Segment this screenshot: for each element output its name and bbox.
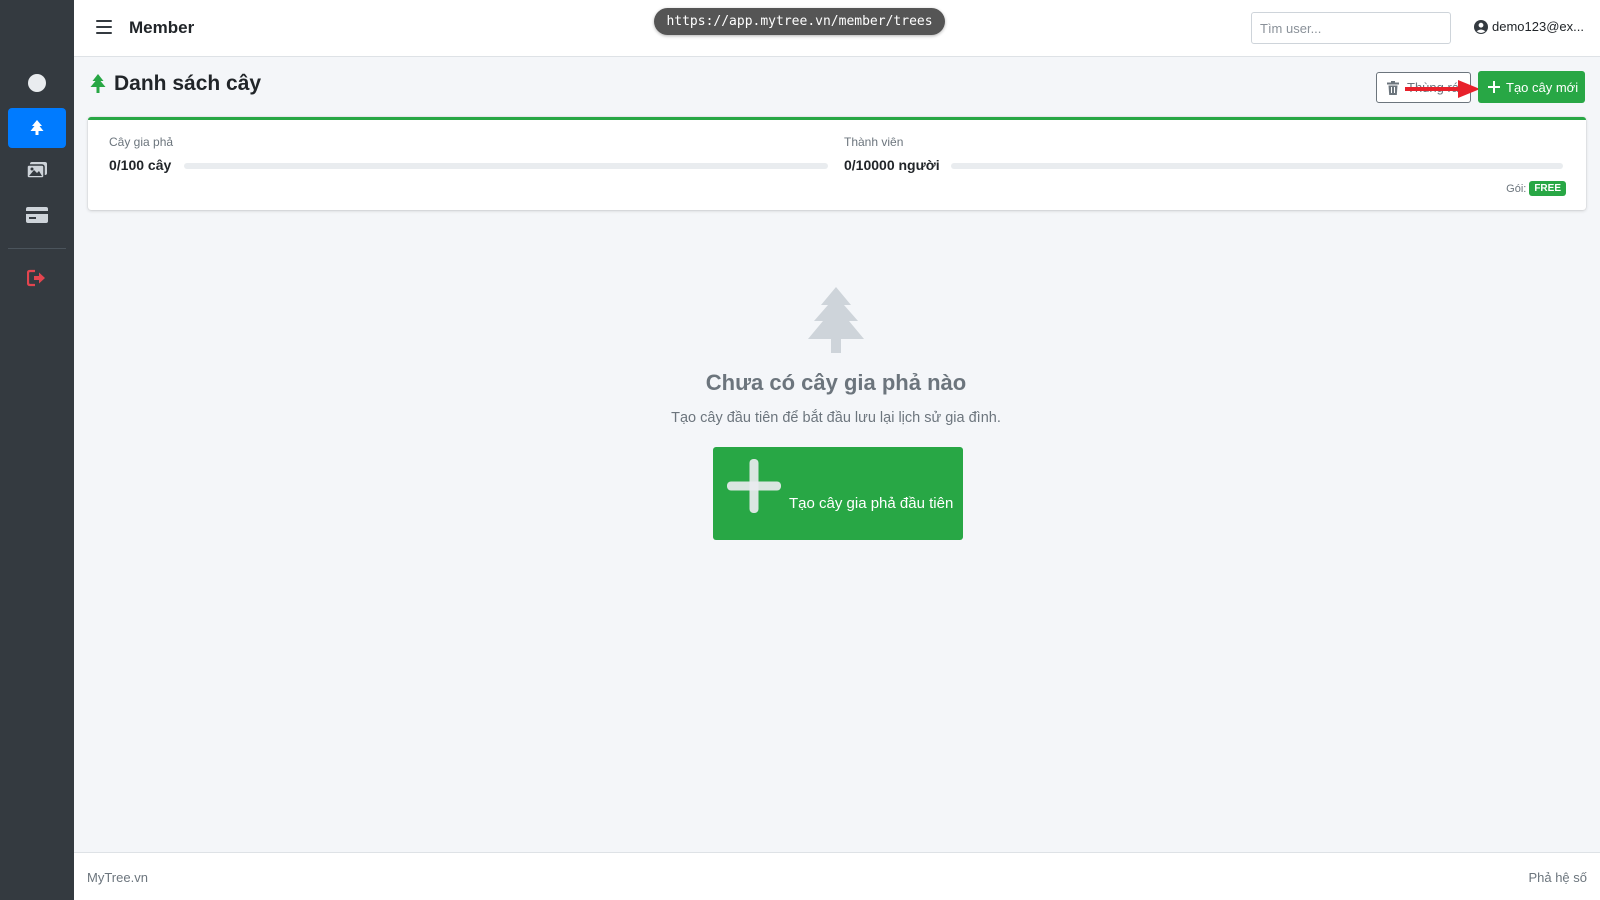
- trash-icon: [1387, 80, 1399, 95]
- user-menu[interactable]: demo123@ex...: [1474, 19, 1584, 34]
- menu-toggle-button[interactable]: [96, 20, 112, 34]
- sidebar-divider: [8, 248, 66, 249]
- navbar-title: Member: [129, 18, 195, 37]
- members-usage-label: Thành viên: [844, 135, 904, 149]
- sidebar-item-billing[interactable]: [8, 195, 66, 235]
- user-search-input[interactable]: [1251, 12, 1451, 44]
- footer: MyTree.vn Phả hệ số: [74, 852, 1600, 900]
- members-progress-bar: [951, 163, 1563, 169]
- empty-state-title: Chưa có cây gia phả nào: [705, 370, 967, 395]
- empty-state-description: Tạo cây đầu tiên để bắt đầu lưu lại lịch…: [671, 410, 1001, 426]
- plus-icon: [1488, 81, 1500, 93]
- plan-badge: FREE: [1529, 181, 1566, 196]
- plan-label: Gói:: [1506, 182, 1527, 195]
- create-first-tree-label: Tạo cây gia phả đầu tiên: [789, 495, 954, 512]
- user-circle-icon: [1474, 19, 1488, 34]
- plus-icon: [727, 459, 781, 513]
- images-icon: [26, 162, 47, 179]
- sidebar: [0, 0, 74, 900]
- tree-icon: [90, 74, 106, 93]
- trees-usage-value: 0/100 cây: [109, 157, 172, 173]
- create-tree-button-label: Tạo cây mới: [1506, 79, 1579, 95]
- footer-brand: MyTree.vn: [87, 870, 148, 885]
- tree-icon: [30, 120, 44, 135]
- credit-card-icon: [26, 207, 48, 223]
- trash-button-label: Thùng rác: [1407, 80, 1466, 95]
- members-usage-value: 0/10000 người: [844, 157, 940, 173]
- footer-tagline: Phả hệ số: [1528, 870, 1587, 885]
- sidebar-item-logout[interactable]: [8, 258, 66, 298]
- logout-icon: [27, 269, 45, 287]
- sidebar-item-gallery[interactable]: [8, 150, 66, 190]
- trees-usage-label: Cây gia phả: [109, 135, 174, 149]
- plan-info: Gói: FREE: [1506, 181, 1566, 196]
- create-first-tree-button[interactable]: Tạo cây gia phả đầu tiên: [713, 447, 963, 540]
- user-email: demo123@ex...: [1492, 19, 1584, 34]
- page-title: Danh sách cây: [114, 72, 262, 95]
- sidebar-item-home[interactable]: [8, 63, 66, 103]
- page-header: Danh sách cây: [88, 72, 261, 96]
- trees-progress-bar: [184, 163, 828, 169]
- tree-icon: [808, 287, 864, 353]
- create-tree-button[interactable]: Tạo cây mới: [1478, 71, 1585, 103]
- top-navbar: Member https://app.mytree.vn/member/tree…: [74, 0, 1600, 57]
- circle-icon: [28, 74, 46, 92]
- usage-card: Cây gia phả 0/100 cây Thành viên 0/10000…: [88, 117, 1586, 210]
- trash-button[interactable]: Thùng rác: [1376, 72, 1471, 103]
- url-badge: https://app.mytree.vn/member/trees: [654, 8, 945, 35]
- sidebar-item-trees[interactable]: [8, 108, 66, 148]
